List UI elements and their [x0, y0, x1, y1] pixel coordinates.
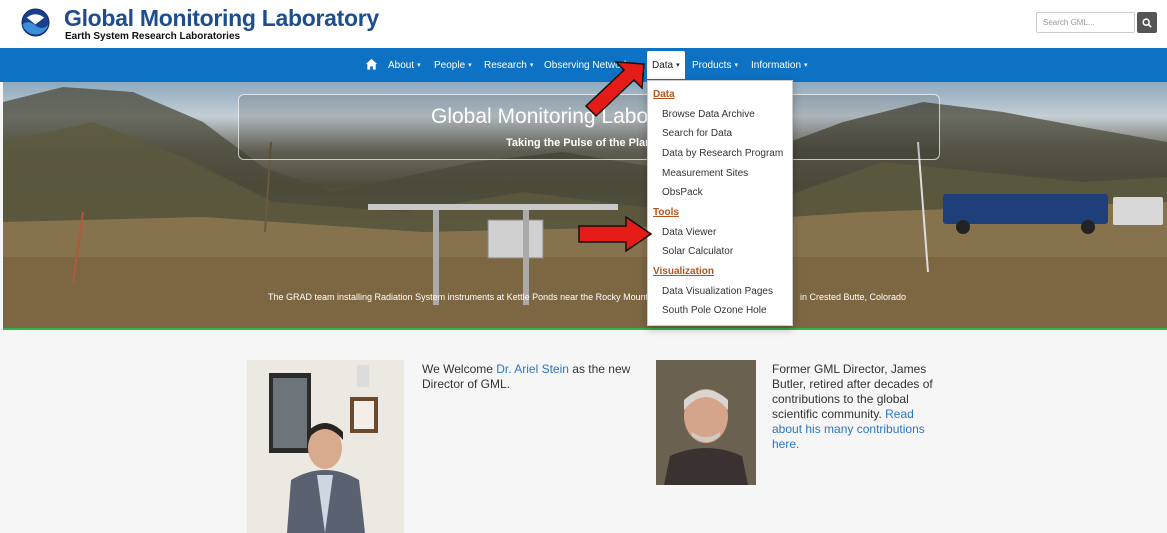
search-input[interactable]: [1036, 12, 1135, 33]
search-button[interactable]: [1137, 12, 1157, 33]
chevron-down-icon: ▾: [529, 62, 534, 69]
hero-tagline: Taking the Pulse of the Planet: [506, 137, 662, 149]
dd-section-tools[interactable]: Tools: [653, 207, 679, 218]
nav-people[interactable]: People ▾: [434, 48, 472, 82]
chevron-down-icon: ▾: [804, 62, 808, 69]
hero-caption-end: in Crested Butte, Colorado: [800, 292, 907, 302]
site-subtitle: Earth System Research Laboratories: [65, 31, 241, 42]
dd-section-visualization[interactable]: Visualization: [653, 266, 714, 277]
site-header: Global Monitoring Laboratory Earth Syste…: [0, 0, 1167, 48]
noaa-logo-icon[interactable]: [21, 8, 50, 37]
nav-products[interactable]: Products ▾: [692, 48, 738, 82]
dd-section-data[interactable]: Data: [653, 89, 675, 100]
nav-label: Data: [652, 59, 674, 71]
hero-divider: [3, 328, 1167, 330]
page: Global Monitoring Laboratory Earth Syste…: [0, 0, 1167, 533]
chevron-down-icon: ▾: [417, 62, 421, 69]
dd-item-browse-data-archive[interactable]: Browse Data Archive: [662, 109, 755, 120]
dd-item-south-pole-ozone-hole[interactable]: South Pole Ozone Hole: [662, 305, 767, 316]
dd-item-measurement-sites[interactable]: Measurement Sites: [662, 168, 748, 179]
dd-item-data-visualization-pages[interactable]: Data Visualization Pages: [662, 286, 773, 297]
person-photo-image: [656, 360, 756, 485]
red-arrow-icon: [578, 215, 653, 253]
dd-item-search-for-data[interactable]: Search for Data: [662, 128, 732, 139]
nav-information[interactable]: Information ▾: [751, 48, 808, 82]
chevron-down-icon: ▾: [676, 62, 680, 69]
nav-label: Information: [751, 59, 802, 71]
nav-label: Research: [484, 59, 527, 71]
ariel-stein-photo: [247, 360, 404, 533]
search-icon: [1142, 17, 1152, 28]
nav-research[interactable]: Research ▾: [484, 48, 533, 82]
nav-label: Products: [692, 59, 732, 71]
james-butler-photo: [656, 360, 756, 485]
dd-item-solar-calculator[interactable]: Solar Calculator: [662, 246, 733, 257]
site-title[interactable]: Global Monitoring Laboratory: [64, 5, 379, 32]
red-arrow-icon: [584, 61, 645, 118]
dd-item-data-viewer[interactable]: Data Viewer: [662, 227, 716, 238]
nav-label: About: [388, 59, 415, 71]
person-photo-image: [247, 360, 404, 533]
nav-data[interactable]: Data ▾: [647, 51, 685, 79]
news-text: We Welcome: [422, 362, 497, 376]
chevron-down-icon: ▾: [734, 62, 738, 69]
ariel-stein-link[interactable]: Dr. Ariel Stein: [496, 362, 569, 376]
nav-about[interactable]: About ▾: [388, 48, 421, 82]
news-item-former-director: Former GML Director, James Butler, retir…: [772, 362, 942, 452]
nav-label: People: [434, 59, 466, 71]
chevron-down-icon: ▾: [468, 62, 472, 69]
news-item-new-director: We Welcome Dr. Ariel Stein as the new Di…: [422, 362, 642, 392]
dd-item-data-by-research-program[interactable]: Data by Research Program: [662, 148, 783, 159]
data-dropdown-menu: Data Browse Data Archive Search for Data…: [647, 80, 793, 326]
dd-item-obspack[interactable]: ObsPack: [662, 187, 703, 198]
home-icon[interactable]: [365, 58, 378, 71]
